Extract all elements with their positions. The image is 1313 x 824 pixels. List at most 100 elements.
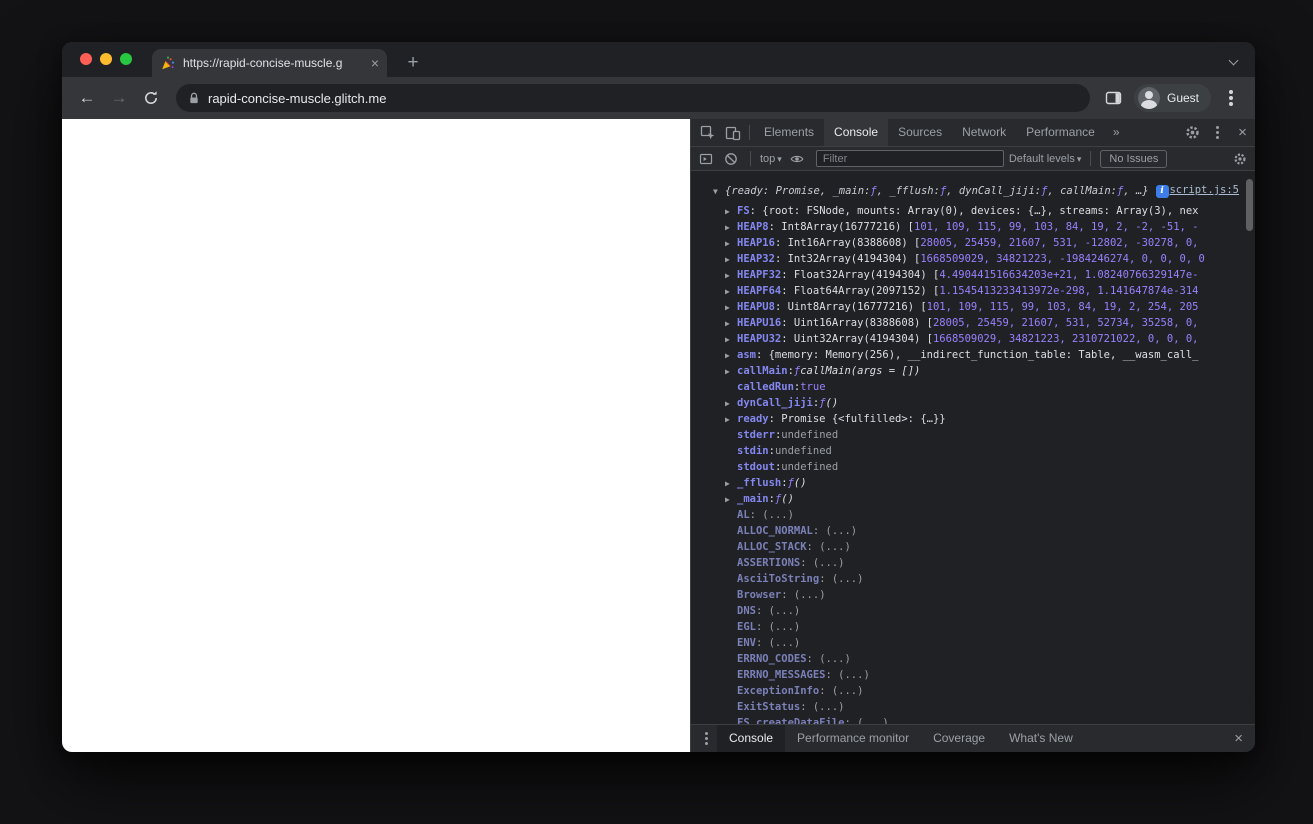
console-toolbar: top▾ Default levels▾ No Issues xyxy=(691,147,1255,171)
device-toolbar-button[interactable] xyxy=(720,119,745,146)
clear-console-button[interactable] xyxy=(721,149,741,169)
property-name: ERRNO_CODES xyxy=(737,653,807,665)
tab-title: https://rapid-concise-muscle.g xyxy=(183,56,343,70)
browser-tab[interactable]: https://rapid-concise-muscle.g × xyxy=(152,49,387,77)
console-sidebar-button[interactable] xyxy=(696,149,716,169)
devtools-settings-button[interactable] xyxy=(1180,119,1205,146)
property-name: ASSERTIONS xyxy=(737,557,801,569)
drawer-tab-what-s-new[interactable]: What's New xyxy=(997,725,1085,752)
drawer-tab-performance-monitor[interactable]: Performance monitor xyxy=(785,725,921,752)
expand-arrow-icon[interactable]: ▶ xyxy=(725,267,737,283)
browser-menu-button[interactable] xyxy=(1217,83,1245,113)
expand-arrow-icon[interactable]: ▶ xyxy=(725,475,737,491)
console-row: ▶ asm: {memory: Memory(256), __indirect_f… xyxy=(691,347,1255,363)
property-name: FS_createDataFile xyxy=(737,717,845,724)
expand-arrow-icon[interactable]: ▶ xyxy=(725,235,737,251)
side-panel-icon xyxy=(1106,91,1122,105)
eye-icon xyxy=(790,155,804,162)
console-row: ▶ ready: Promise {<fulfilled>: {…}} xyxy=(691,411,1255,427)
inspect-cursor-icon xyxy=(700,125,714,139)
drawer-tab-coverage[interactable]: Coverage xyxy=(921,725,997,752)
console-row: stdin: undefined xyxy=(691,443,1255,459)
console-row: ▶ FS: {root: FSNode, mounts: Array(0), de… xyxy=(691,203,1255,219)
expand-arrow-icon[interactable]: ▶ xyxy=(725,411,737,427)
context-selector[interactable]: top ▾ xyxy=(760,153,782,165)
close-window-button[interactable] xyxy=(80,53,92,65)
source-link[interactable]: script.js:5 xyxy=(1169,184,1239,196)
tab-search-button[interactable] xyxy=(1225,54,1241,70)
more-menu-icon xyxy=(1216,131,1219,134)
devtools-close-button[interactable]: × xyxy=(1230,119,1255,146)
back-button[interactable]: ← xyxy=(72,83,102,113)
property-name: asm xyxy=(737,349,756,361)
expand-arrow-icon[interactable]: ▼ xyxy=(713,183,725,199)
live-expression-button[interactable] xyxy=(787,149,807,169)
console-object-tree: ▶ FS: {root: FSNode, mounts: Array(0), de… xyxy=(691,203,1255,724)
expand-arrow-icon[interactable]: ▶ xyxy=(725,331,737,347)
log-levels-dropdown[interactable]: Default levels ▾ xyxy=(1009,153,1082,165)
scrollbar-thumb[interactable] xyxy=(1246,179,1253,231)
expand-arrow-icon[interactable]: ▶ xyxy=(725,299,737,315)
clear-console-icon xyxy=(725,152,737,165)
devtools-tab-sources[interactable]: Sources xyxy=(888,119,952,146)
issues-counter-button[interactable]: No Issues xyxy=(1100,149,1168,168)
property-name: FS xyxy=(737,205,750,217)
console-row: ALLOC_STACK: (...) xyxy=(691,539,1255,555)
drawer-menu-button[interactable] xyxy=(697,725,715,752)
property-name: ready xyxy=(737,413,769,425)
expand-arrow-icon[interactable]: ▶ xyxy=(725,251,737,267)
expand-arrow-icon[interactable]: ▶ xyxy=(725,203,737,219)
console-row: ▶ HEAPU32: Uint32Array(4194304) [16685090… xyxy=(691,331,1255,347)
expand-arrow-icon[interactable]: ▶ xyxy=(725,347,737,363)
expand-arrow-icon[interactable]: ▶ xyxy=(725,395,737,411)
property-name: dynCall_jiji xyxy=(737,397,813,409)
property-name: HEAP16 xyxy=(737,237,775,249)
console-filter-input[interactable] xyxy=(815,150,1004,167)
expand-arrow-icon[interactable]: ▶ xyxy=(725,315,737,331)
side-panel-button[interactable] xyxy=(1100,83,1128,113)
expand-arrow-icon[interactable]: ▶ xyxy=(725,491,737,507)
zoom-window-button[interactable] xyxy=(120,53,132,65)
property-name: ExceptionInfo xyxy=(737,685,820,697)
property-name: EGL xyxy=(737,621,756,633)
new-tab-button[interactable]: + xyxy=(400,50,426,76)
console-row: AL: (...) xyxy=(691,507,1255,523)
property-name: HEAP8 xyxy=(737,221,769,233)
devtools-tab-network[interactable]: Network xyxy=(952,119,1016,146)
drawer-close-button[interactable]: × xyxy=(1228,730,1249,747)
devtools-tab-performance[interactable]: Performance xyxy=(1016,119,1105,146)
forward-button[interactable]: → xyxy=(104,83,134,113)
devtools-drawer: Console Performance monitor Coverage What's… xyxy=(691,724,1255,752)
console-row: AsciiToString: (...) xyxy=(691,571,1255,587)
drawer-tabs: Console Performance monitor Coverage What's… xyxy=(717,725,1085,752)
profile-button[interactable]: Guest xyxy=(1133,84,1211,112)
expand-arrow-icon[interactable]: ▶ xyxy=(725,283,737,299)
console-sidebar-icon xyxy=(699,153,713,164)
arrow-spacer xyxy=(725,547,737,548)
devtools-tab-console[interactable]: Console xyxy=(824,119,889,146)
dropdown-arrow-icon: ▾ xyxy=(1076,153,1082,164)
more-tabs-button[interactable]: » xyxy=(1105,119,1128,146)
arrow-spacer xyxy=(725,627,737,628)
arrow-spacer xyxy=(725,515,737,516)
expand-arrow-icon[interactable]: ▶ xyxy=(725,219,737,235)
devtools-tab-elements[interactable]: Elements xyxy=(754,119,824,146)
reload-button[interactable] xyxy=(136,83,166,113)
address-bar[interactable]: rapid-concise-muscle.glitch.me xyxy=(176,84,1090,112)
property-name: HEAPF32 xyxy=(737,269,782,281)
property-name: HEAPF64 xyxy=(737,285,782,297)
console-row: FS_createDataFile: (...) xyxy=(691,715,1255,724)
tab-close-icon[interactable]: × xyxy=(371,56,379,70)
console-settings-button[interactable] xyxy=(1230,149,1250,169)
devtools-menu-button[interactable] xyxy=(1205,119,1230,146)
expand-arrow-icon[interactable]: ▶ xyxy=(725,363,737,379)
console-row: ▶ HEAPU16: Uint16Array(8388608) [28005, 2… xyxy=(691,315,1255,331)
lock-icon[interactable] xyxy=(188,92,200,105)
minimize-window-button[interactable] xyxy=(100,53,112,65)
inspect-element-button[interactable] xyxy=(695,119,720,146)
party-popper-favicon-icon xyxy=(160,56,175,71)
browser-toolbar: ← → rapid-concise-muscle.glitch.me Guest xyxy=(62,77,1255,119)
guest-avatar-icon xyxy=(1137,87,1160,109)
url-text: rapid-concise-muscle.glitch.me xyxy=(208,90,387,106)
drawer-tab-console[interactable]: Console xyxy=(717,725,786,752)
